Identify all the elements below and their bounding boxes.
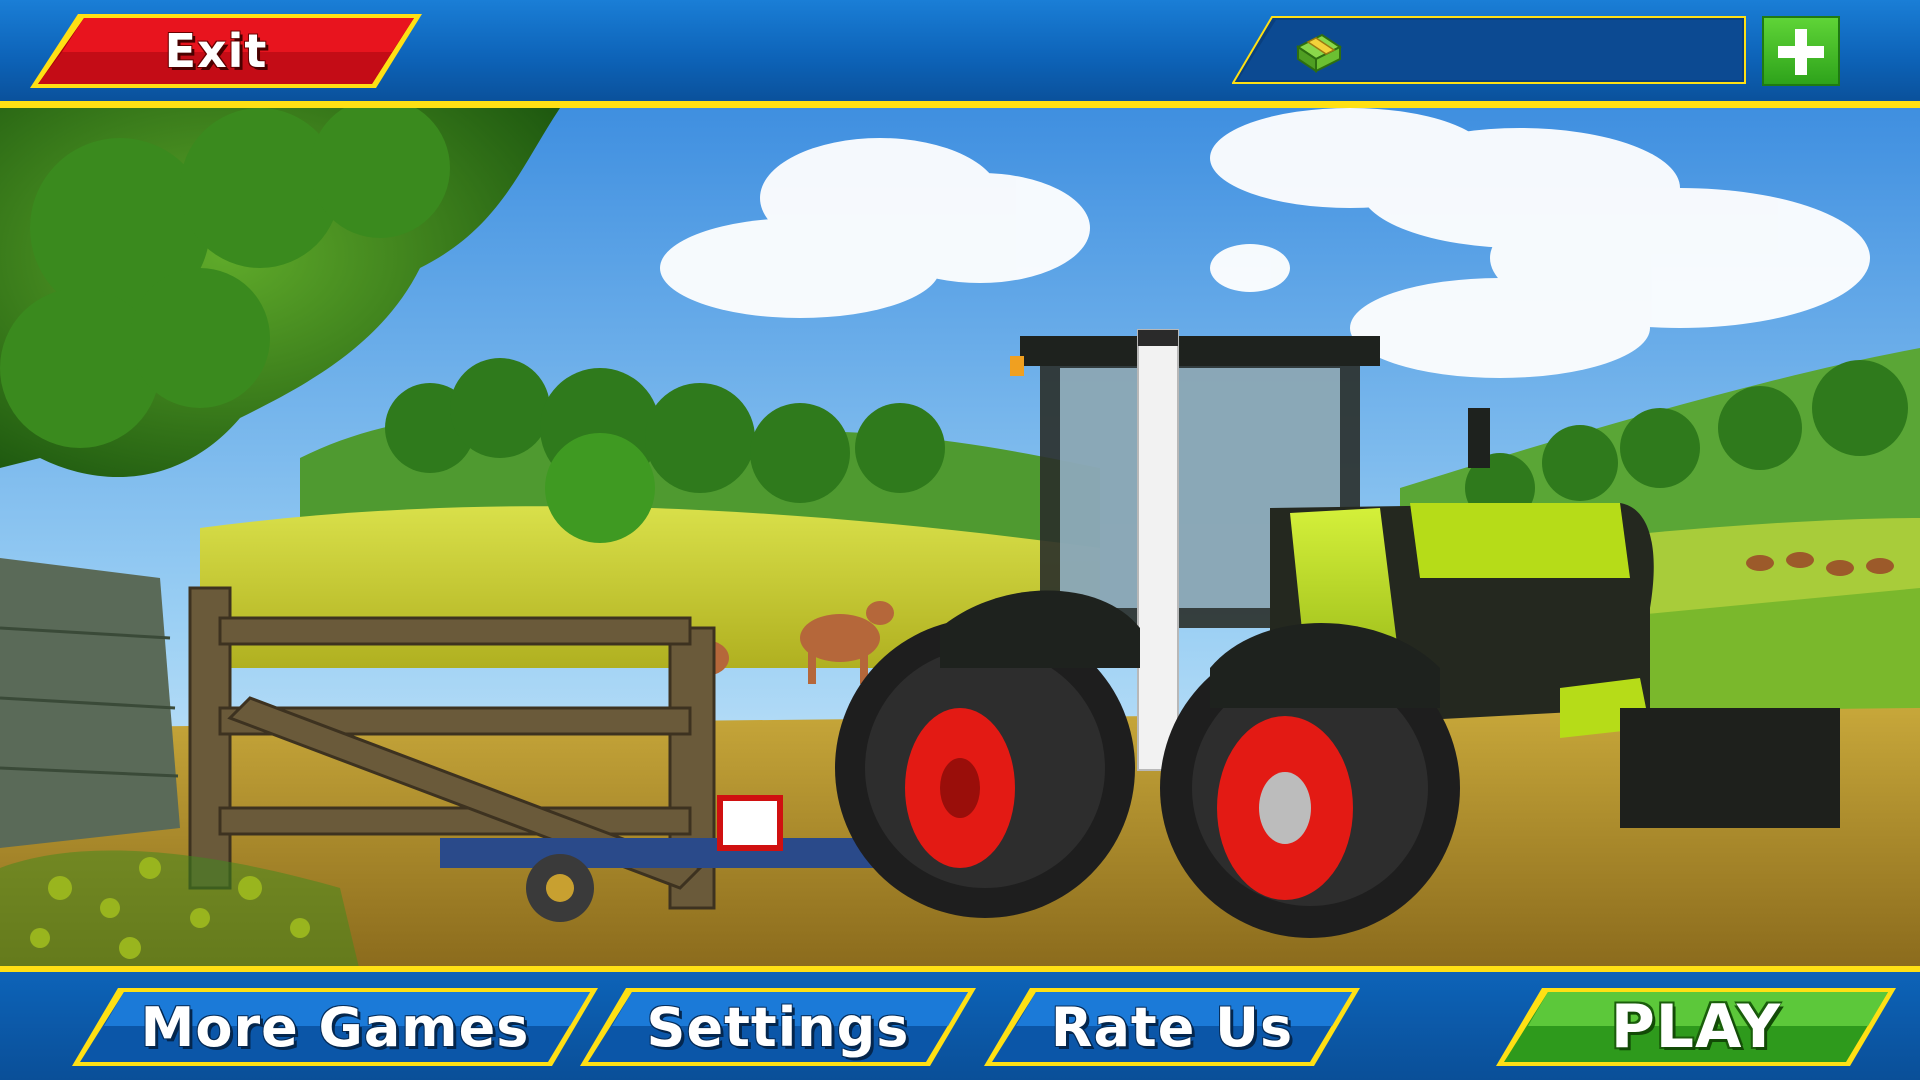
more-games-button[interactable]: More Games	[70, 986, 600, 1068]
add-cash-button[interactable]	[1762, 16, 1840, 86]
farm-background-scene	[0, 108, 1920, 972]
top-bar-divider	[0, 101, 1920, 108]
play-button[interactable]: PLAY	[1494, 986, 1898, 1068]
settings-label: Settings	[646, 995, 910, 1059]
more-games-label: More Games	[140, 995, 530, 1059]
settings-button[interactable]: Settings	[578, 986, 978, 1068]
cash-panel	[1232, 16, 1746, 84]
play-label: PLAY	[1610, 992, 1782, 1062]
cash-bundle-icon	[1292, 25, 1344, 77]
plus-icon	[1778, 29, 1824, 75]
exit-button[interactable]: Exit	[26, 12, 426, 90]
rate-us-label: Rate Us	[1050, 995, 1294, 1059]
exit-label: Exit	[164, 24, 268, 78]
rate-us-button[interactable]: Rate Us	[982, 986, 1362, 1068]
cash-balance	[1362, 16, 1722, 84]
